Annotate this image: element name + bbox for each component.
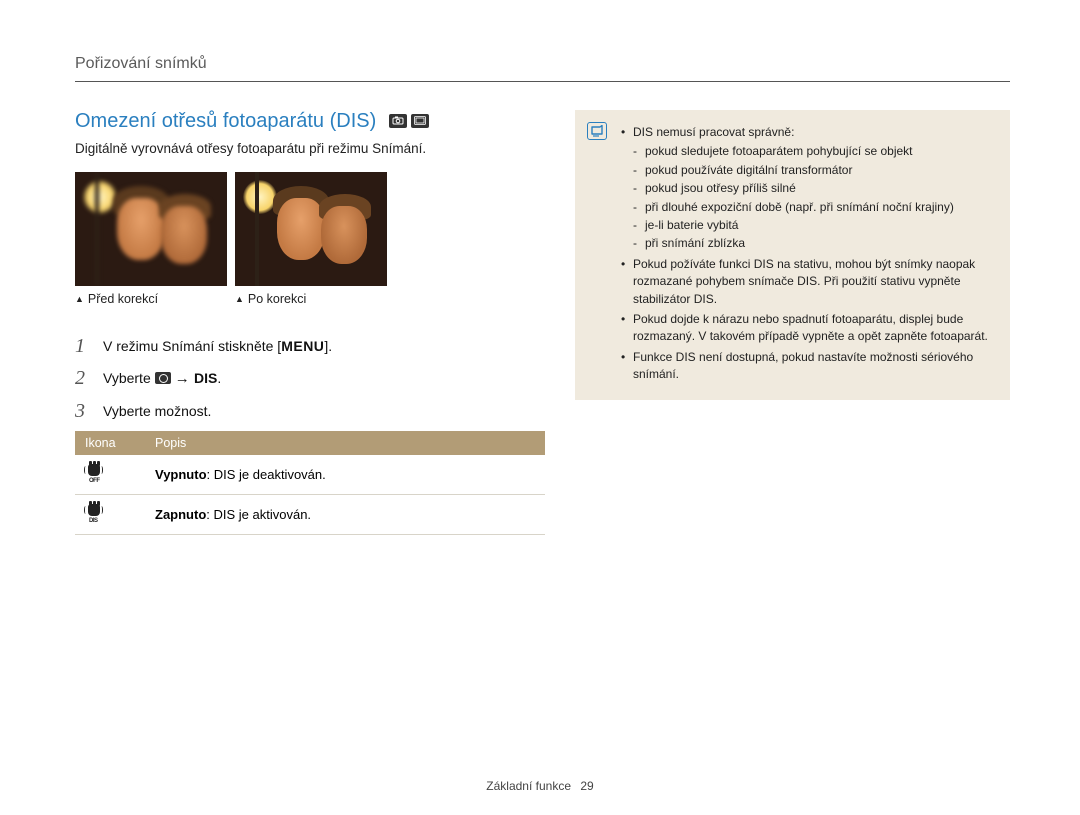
- dis-off-icon: OFF: [85, 463, 107, 483]
- left-column: Omezení otřesů fotoaparátu (DIS) Digitál…: [75, 110, 545, 535]
- photo-before-block: Před korekcí: [75, 172, 227, 306]
- cell-icon: DIS: [75, 494, 145, 534]
- step-1-post: ].: [324, 338, 332, 354]
- camera-p-icon: [389, 114, 407, 128]
- cell-desc: Zapnuto: DIS je aktivován.: [145, 494, 545, 534]
- dis-on-icon: DIS: [85, 503, 107, 523]
- header-divider: [75, 81, 1010, 82]
- opt-rest: : DIS je aktivován.: [206, 507, 311, 522]
- footer-label: Základní funkce: [486, 779, 571, 793]
- photo-before: [75, 172, 227, 286]
- photo-after-block: Po korekci: [235, 172, 387, 306]
- breadcrumb: Pořizování snímků: [75, 55, 1010, 81]
- step-text: V režimu Snímání stiskněte [MENU].: [103, 334, 332, 357]
- right-column: DIS nemusí pracovat správně: pokud sledu…: [575, 110, 1010, 535]
- note-lead: DIS nemusí pracovat správně:: [633, 125, 794, 139]
- step-1: 1 V režimu Snímání stiskněte [MENU].: [75, 334, 545, 358]
- mode-icon-group: [389, 114, 429, 128]
- camera-icon: [155, 372, 171, 384]
- page-footer: Základní funkce 29: [0, 779, 1080, 793]
- table-row: OFF Vypnuto: DIS je deaktivován.: [75, 455, 545, 495]
- note-sub-item: pokud používáte digitální transformátor: [633, 162, 994, 179]
- photo-before-caption: Před korekcí: [75, 292, 227, 306]
- scene-icon: [411, 114, 429, 128]
- intro-text: Digitálně vyrovnává otřesy fotoaparátu p…: [75, 141, 545, 156]
- step-num: 3: [75, 399, 103, 423]
- opt-name: Vypnuto: [155, 467, 207, 482]
- options-table: Ikona Popis OFF Vypnuto: DIS je deaktivo…: [75, 431, 545, 535]
- step-num: 1: [75, 334, 103, 358]
- section-title: Omezení otřesů fotoaparátu (DIS): [75, 110, 376, 132]
- step-3: 3 Vyberte možnost.: [75, 399, 545, 423]
- th-icon: Ikona: [75, 431, 145, 455]
- note-bullet: Pokud požíváte funkci DIS na stativu, mo…: [621, 256, 994, 308]
- opt-name: Zapnuto: [155, 507, 206, 522]
- note-sub-item: je-li baterie vybitá: [633, 217, 994, 234]
- note-sub-item: při dlouhé expoziční době (např. při sní…: [633, 199, 994, 216]
- arrow-icon: →: [171, 370, 194, 387]
- page-number: 29: [580, 779, 593, 793]
- section-title-row: Omezení otřesů fotoaparátu (DIS): [75, 110, 545, 133]
- opt-rest: : DIS je deaktivován.: [207, 467, 326, 482]
- note-sub-item: pokud sledujete fotoaparátem pohybující …: [633, 143, 994, 160]
- photo-comparison: Před korekcí Po korekci: [75, 172, 545, 306]
- step-2-target: DIS: [194, 370, 217, 386]
- cell-icon: OFF: [75, 455, 145, 495]
- step-num: 2: [75, 366, 103, 390]
- table-row: DIS Zapnuto: DIS je aktivován.: [75, 494, 545, 534]
- note-bullet: Pokud dojde k nárazu nebo spadnutí fotoa…: [621, 311, 994, 346]
- steps-list: 1 V režimu Snímání stiskněte [MENU]. 2 V…: [75, 334, 545, 423]
- menu-key: MENU: [281, 336, 324, 357]
- note-sub-item: při snímání zblízka: [633, 235, 994, 252]
- note-info-icon: [587, 122, 607, 140]
- th-desc: Popis: [145, 431, 545, 455]
- step-text: Vyberte možnost.: [103, 399, 211, 422]
- step-1-pre: V režimu Snímání stiskněte [: [103, 338, 281, 354]
- step-2-pre: Vyberte: [103, 370, 155, 386]
- cell-desc: Vypnuto: DIS je deaktivován.: [145, 455, 545, 495]
- note-bullet: Funkce DIS není dostupná, pokud nastavít…: [621, 349, 994, 384]
- note-sub-item: pokud jsou otřesy příliš silné: [633, 180, 994, 197]
- note-lead-item: DIS nemusí pracovat správně: pokud sledu…: [621, 124, 994, 253]
- content-columns: Omezení otřesů fotoaparátu (DIS) Digitál…: [75, 110, 1010, 535]
- step-2: 2 Vyberte → DIS.: [75, 366, 545, 391]
- note-sublist: pokud sledujete fotoaparátem pohybující …: [633, 143, 994, 252]
- photo-after: [235, 172, 387, 286]
- note-box: DIS nemusí pracovat správně: pokud sledu…: [575, 110, 1010, 400]
- step-2-post: .: [217, 370, 221, 386]
- note-list: DIS nemusí pracovat správně: pokud sledu…: [621, 124, 994, 383]
- step-text: Vyberte → DIS.: [103, 366, 221, 391]
- photo-after-caption: Po korekci: [235, 292, 387, 306]
